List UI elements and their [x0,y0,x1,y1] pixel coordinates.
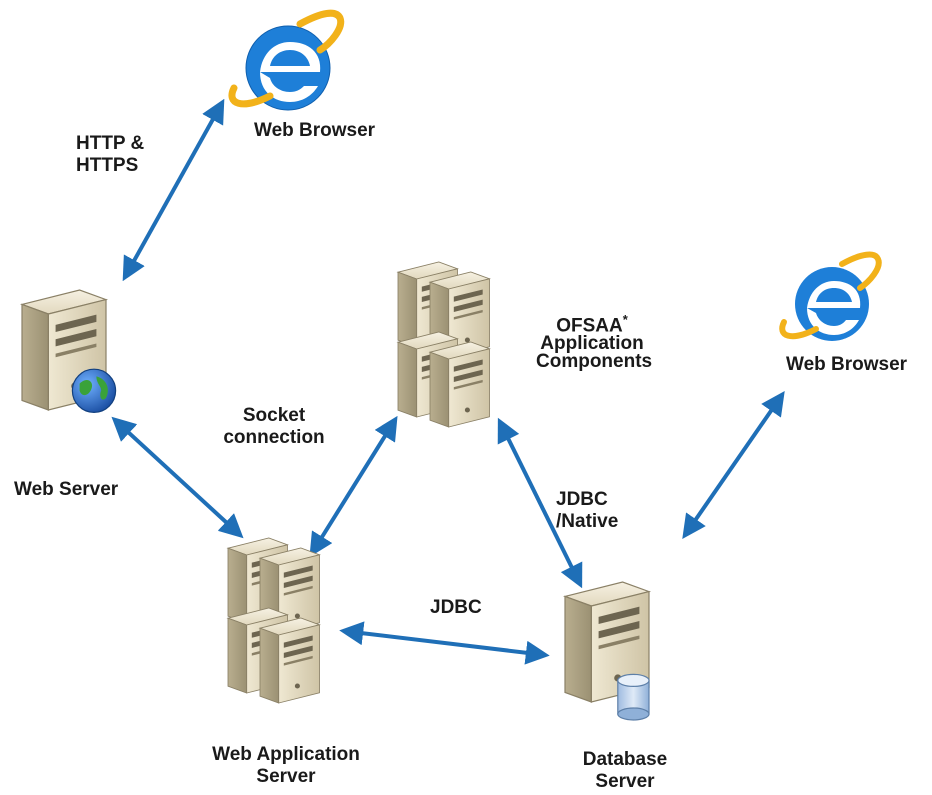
web-browser-top-label: Web Browser [254,120,376,141]
ofsaa-label: OFSAA* Application Components [536,309,653,373]
http-label-line2: HTTPS [76,155,139,176]
arrow-browser-webserver [122,98,225,282]
jdbc-native-label: JDBC /Native [556,489,618,533]
jdbc-label: JDBC [430,597,482,618]
arrow-browser-db [682,391,785,539]
web-browser-right-label: Web Browser [786,354,908,375]
db-server-line2: Server [595,771,655,792]
ofsaa-label-line3: Components [536,351,653,373]
architecture-diagram [21,9,882,721]
arrow-appserver-db [339,621,550,665]
internet-explorer-icon [779,251,882,341]
web-app-server-line1: Web Application [212,744,360,765]
socket-connection-label: Socket connection [214,405,334,449]
web-server-label: Web Server [14,479,119,500]
db-server-label: Database Server [560,749,690,793]
internet-explorer-icon [228,9,345,111]
ofsaa-asterisk: * [622,312,628,327]
web-app-server-label: Web Application Server [188,744,384,788]
http-label-line1: HTTP & [76,133,145,154]
db-server-line1: Database [582,749,668,770]
server-cluster-icon [227,537,320,704]
jdbc-native-line2: /Native [556,511,619,532]
web-app-server-line2: Server [256,766,316,787]
server-cluster-icon [397,261,490,428]
socket-label-line2: connection [223,427,325,448]
jdbc-native-line1: JDBC [556,489,608,510]
socket-label-line1: Socket [242,405,306,426]
http-connection-label: HTTP & HTTPS [76,133,144,177]
database-server-icon [564,581,650,721]
web-server-globe-icon [21,289,117,414]
